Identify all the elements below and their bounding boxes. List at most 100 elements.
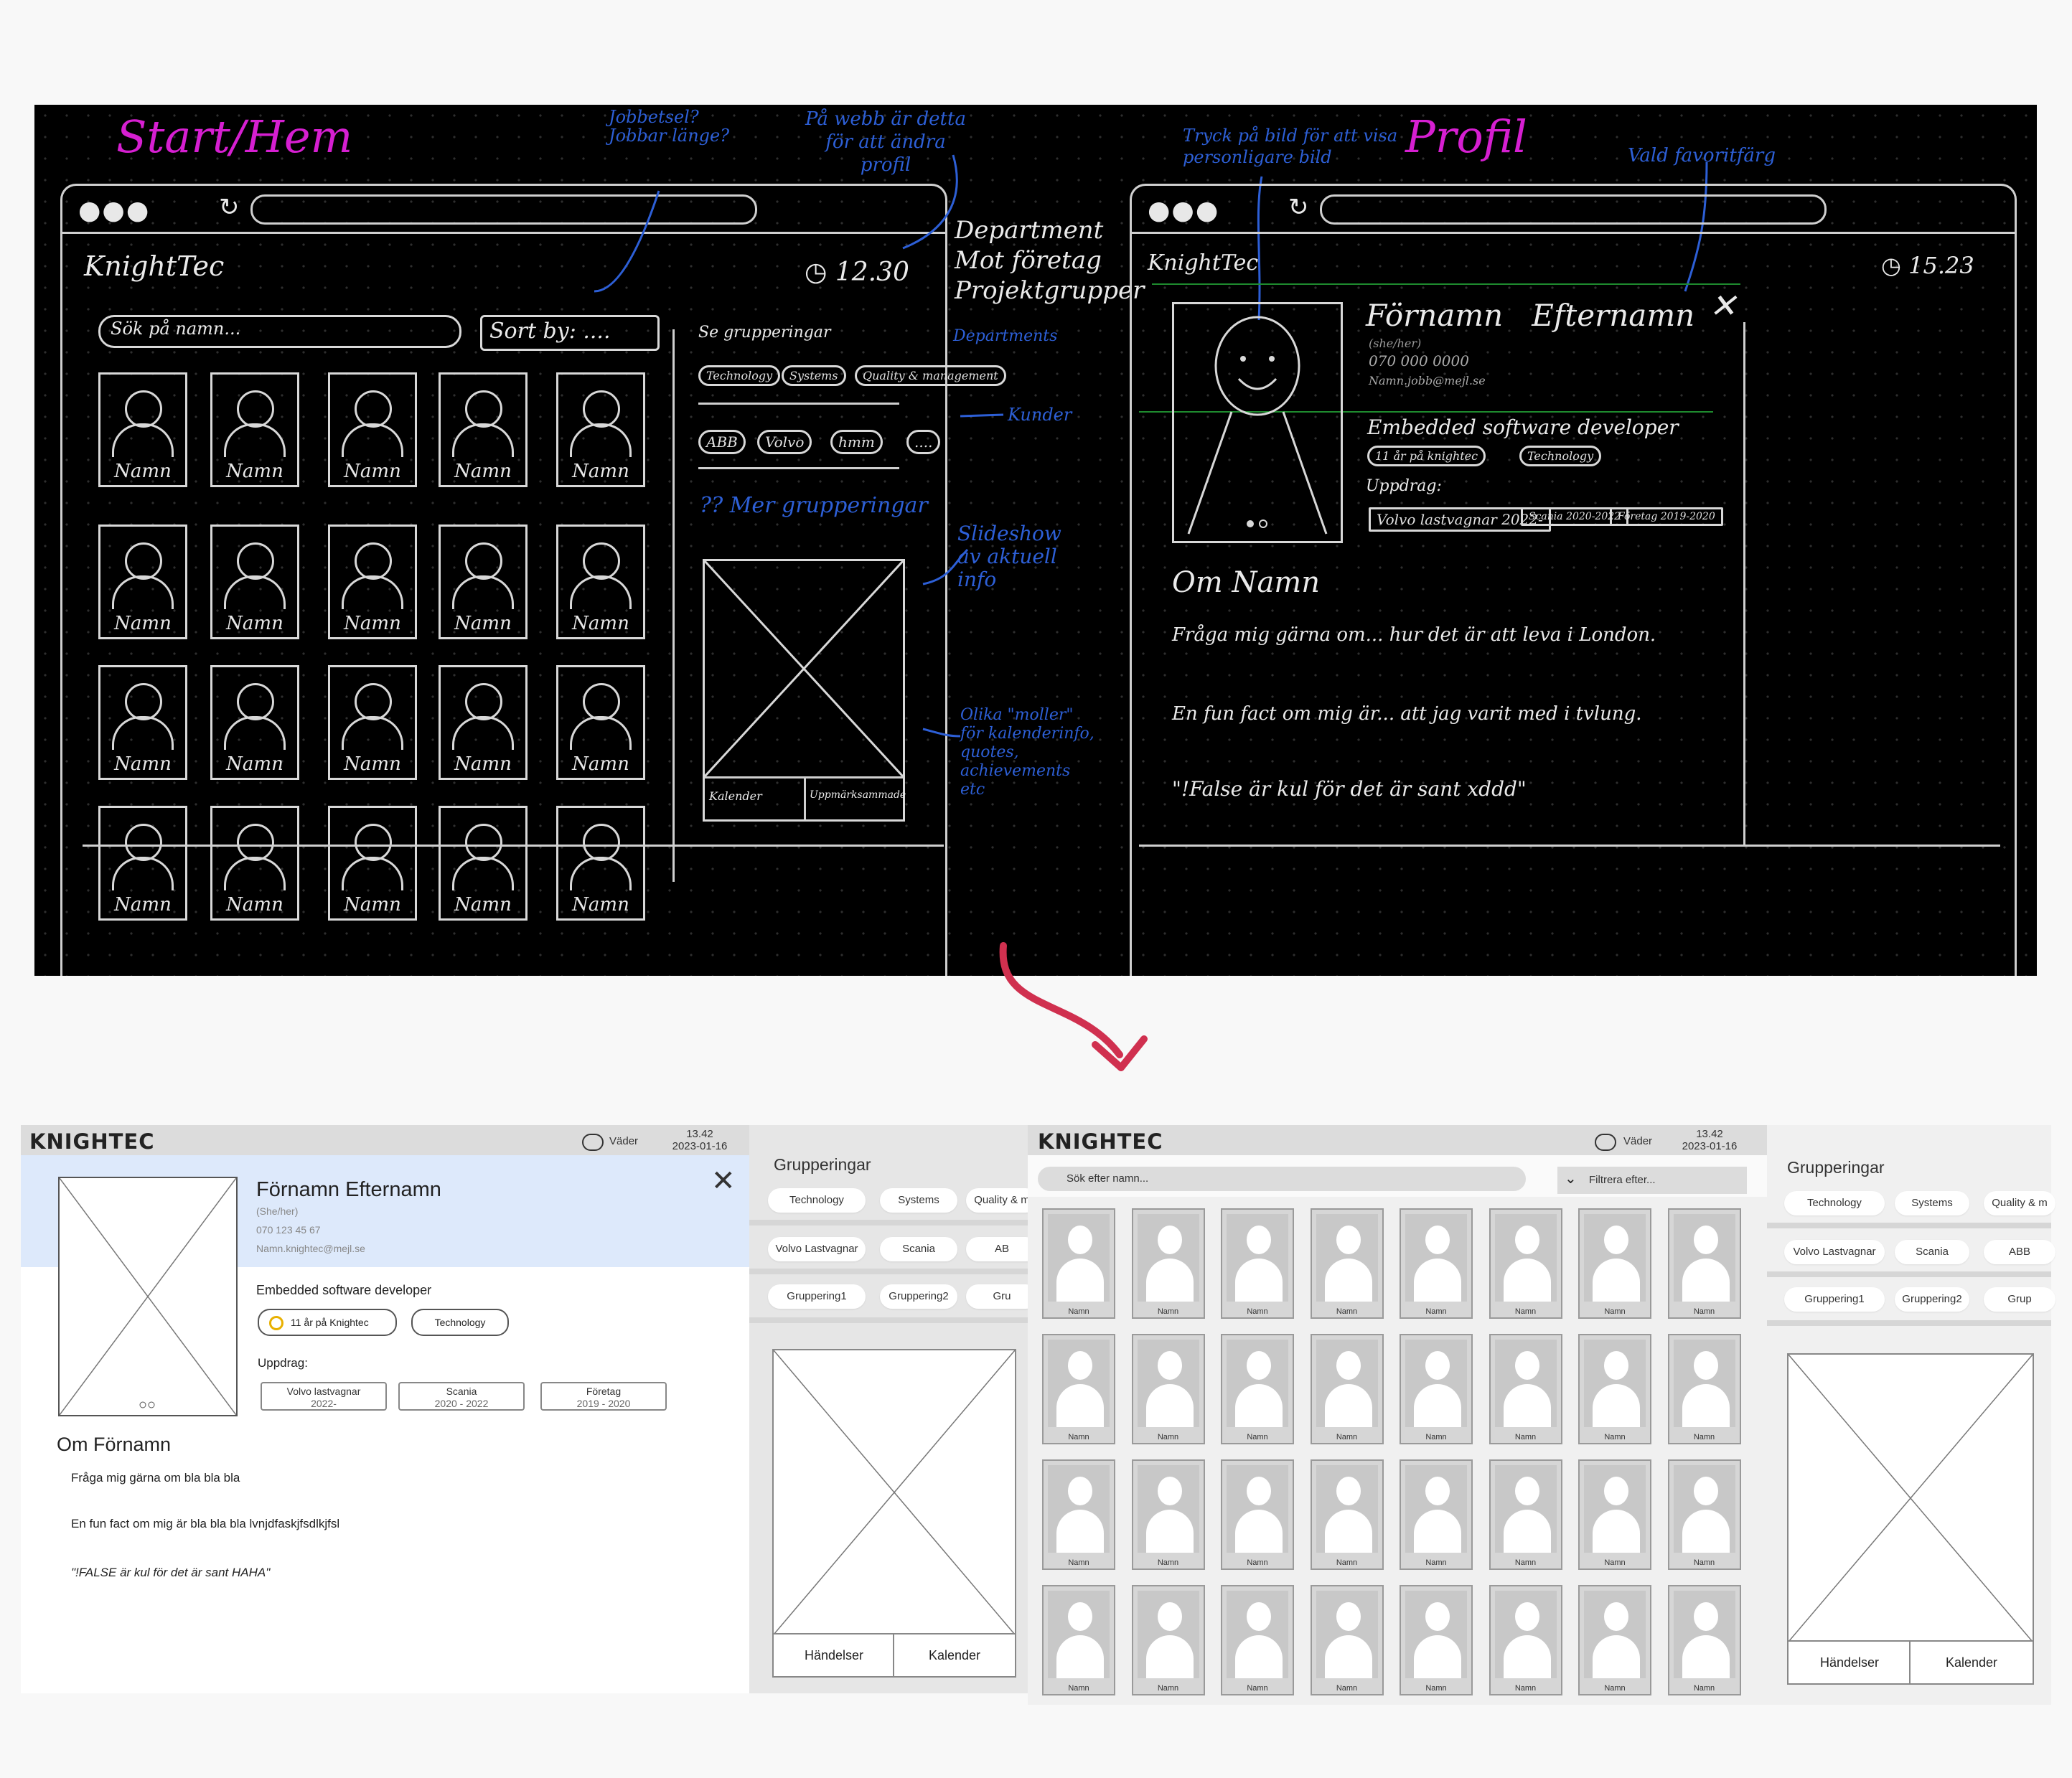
grouping-chip[interactable]: Systems bbox=[1895, 1191, 1969, 1215]
person-name: Namn bbox=[1247, 1307, 1268, 1316]
grouping-chip[interactable]: ABB bbox=[1984, 1240, 2055, 1264]
grouping-chip[interactable]: Gruppering2 bbox=[880, 1284, 957, 1309]
person-card[interactable]: Namn bbox=[1400, 1208, 1473, 1319]
divider bbox=[1767, 1320, 2051, 1326]
grouping-chip[interactable]: Gru bbox=[966, 1284, 1038, 1309]
person-card[interactable]: Namn bbox=[1131, 1585, 1205, 1695]
person-body-icon bbox=[1145, 1510, 1194, 1553]
person-card[interactable]: Namn bbox=[1221, 1585, 1294, 1695]
sketch-clock: ◷ 15.23 bbox=[1881, 252, 1974, 279]
note-vald: Vald favoritfärg bbox=[1628, 145, 1776, 166]
person-name: Namn bbox=[1425, 1684, 1447, 1693]
tab-handelser[interactable]: Händelser bbox=[772, 1633, 896, 1678]
person-card[interactable]: Namn bbox=[1131, 1459, 1205, 1570]
grouping-chip[interactable]: AB bbox=[966, 1237, 1038, 1261]
person-card[interactable]: Namn bbox=[1489, 1585, 1562, 1695]
time: 13.42 bbox=[1696, 1128, 1723, 1140]
assignment-tag[interactable]: Scania 2020 - 2022 bbox=[398, 1382, 525, 1411]
slideshow-placeholder[interactable] bbox=[772, 1349, 1016, 1636]
avatar bbox=[1137, 1214, 1199, 1302]
assignment-name: Volvo lastvagnar bbox=[286, 1386, 361, 1397]
person-head-icon bbox=[1068, 1477, 1092, 1505]
person-name: Namn bbox=[1157, 1558, 1179, 1567]
grouping-chip[interactable]: Gruppering1 bbox=[1784, 1287, 1885, 1312]
person-card[interactable]: Namn bbox=[1578, 1334, 1651, 1444]
person-name: Namn bbox=[1157, 1307, 1179, 1316]
assignment-tag[interactable]: Volvo lastvagnar 2022- bbox=[261, 1382, 387, 1411]
person-card[interactable]: Namn bbox=[1489, 1334, 1562, 1444]
person-card[interactable]: Namn bbox=[1310, 1334, 1384, 1444]
person-card[interactable]: Namn bbox=[1667, 1459, 1741, 1570]
person-card[interactable]: Namn bbox=[1221, 1208, 1294, 1319]
search-input[interactable]: Sök efter namn... bbox=[1038, 1167, 1526, 1191]
person-head-icon bbox=[1068, 1226, 1092, 1254]
person-card[interactable]: Namn bbox=[1310, 1585, 1384, 1695]
date: 2023-01-16 bbox=[672, 1140, 728, 1152]
sketch-fold-line bbox=[1139, 845, 2000, 847]
person-name: Namn bbox=[1336, 1558, 1358, 1567]
person-card[interactable]: Namn bbox=[1578, 1585, 1651, 1695]
person-card[interactable]: Namn bbox=[1042, 1208, 1115, 1319]
person-card[interactable]: Namn bbox=[1578, 1459, 1651, 1570]
person-card[interactable]: Namn bbox=[1042, 1334, 1115, 1444]
person-head-icon bbox=[1514, 1226, 1539, 1254]
assignment-tag[interactable]: Företag 2019 - 2020 bbox=[540, 1382, 667, 1411]
person-name: Namn bbox=[1157, 1684, 1179, 1693]
grouping-chip[interactable]: Grup bbox=[1984, 1287, 2055, 1312]
tab-kalender[interactable]: Kalender bbox=[893, 1633, 1016, 1678]
person-head-icon bbox=[1247, 1226, 1271, 1254]
person-card[interactable]: Namn bbox=[1400, 1585, 1473, 1695]
person-head-icon bbox=[1693, 1351, 1718, 1380]
profile-photo[interactable] bbox=[58, 1177, 238, 1416]
person-card[interactable]: Namn bbox=[1667, 1208, 1741, 1319]
sketch-assignment: Företag 2019-2020 bbox=[1610, 507, 1723, 526]
person-card[interactable]: Namn bbox=[1042, 1585, 1115, 1695]
person-card[interactable]: Namn bbox=[1489, 1459, 1562, 1570]
person-card[interactable]: Namn bbox=[1667, 1585, 1741, 1695]
person-card[interactable]: Namn bbox=[1667, 1334, 1741, 1444]
person-card[interactable]: Namn bbox=[1310, 1208, 1384, 1319]
transition-arrow-icon bbox=[999, 942, 1148, 1071]
grouping-chip[interactable]: Technology bbox=[768, 1188, 866, 1213]
person-card[interactable]: Namn bbox=[1131, 1208, 1205, 1319]
sketch-logo: KnightTec bbox=[1148, 250, 1259, 276]
grouping-chip[interactable]: Volvo Lastvagnar bbox=[768, 1237, 866, 1261]
avatar bbox=[1584, 1591, 1646, 1678]
person-card[interactable]: Namn bbox=[1578, 1208, 1651, 1319]
sketch-browser-bar: ●●● ↻ bbox=[1132, 186, 2015, 234]
filter-select[interactable]: ⌄ Filtrera efter... bbox=[1557, 1167, 1747, 1194]
tab-handelser[interactable]: Händelser bbox=[1787, 1640, 1912, 1685]
person-card[interactable]: Namn bbox=[1131, 1334, 1205, 1444]
person-card[interactable]: Namn bbox=[1400, 1334, 1473, 1444]
person-name: Namn bbox=[1693, 1307, 1715, 1316]
grouping-chip[interactable]: Gruppering2 bbox=[1895, 1287, 1969, 1312]
sketch-about-3: "!False är kul för det är sant xddd" bbox=[1172, 777, 1527, 801]
grouping-chip[interactable]: Volvo Lastvagnar bbox=[1784, 1240, 1885, 1264]
tab-kalender[interactable]: Kalender bbox=[1909, 1640, 2034, 1685]
weather-label[interactable]: Väder bbox=[609, 1135, 638, 1147]
tag-technology[interactable]: Technology bbox=[411, 1309, 509, 1336]
person-body-icon bbox=[1145, 1259, 1194, 1302]
grouping-chip[interactable]: Scania bbox=[880, 1237, 957, 1261]
person-head-icon bbox=[1425, 1477, 1450, 1505]
avatar bbox=[1048, 1591, 1110, 1678]
filter-label: Filtrera efter... bbox=[1589, 1174, 1656, 1186]
person-card[interactable]: Namn bbox=[1221, 1459, 1294, 1570]
grouping-chip[interactable]: Scania bbox=[1895, 1240, 1969, 1264]
person-name: Namn bbox=[1157, 1433, 1179, 1441]
grouping-chip[interactable]: Gruppering1 bbox=[768, 1284, 866, 1309]
person-card[interactable]: Namn bbox=[1489, 1208, 1562, 1319]
person-card[interactable]: Namn bbox=[1310, 1459, 1384, 1570]
weather-label[interactable]: Väder bbox=[1623, 1135, 1652, 1147]
grouping-chip[interactable]: Quality & m bbox=[966, 1188, 1038, 1213]
grouping-chip[interactable]: Quality & m bbox=[1984, 1191, 2055, 1215]
placeholder-x-icon bbox=[59, 1177, 237, 1416]
person-card[interactable]: Namn bbox=[1221, 1334, 1294, 1444]
grouping-chip[interactable]: Technology bbox=[1784, 1191, 1885, 1215]
person-body-icon bbox=[1056, 1635, 1104, 1678]
person-card[interactable]: Namn bbox=[1042, 1459, 1115, 1570]
grouping-chip[interactable]: Systems bbox=[880, 1188, 957, 1213]
slideshow-placeholder[interactable] bbox=[1787, 1353, 2034, 1643]
person-card[interactable]: Namn bbox=[1400, 1459, 1473, 1570]
close-icon[interactable]: ✕ bbox=[711, 1167, 736, 1195]
